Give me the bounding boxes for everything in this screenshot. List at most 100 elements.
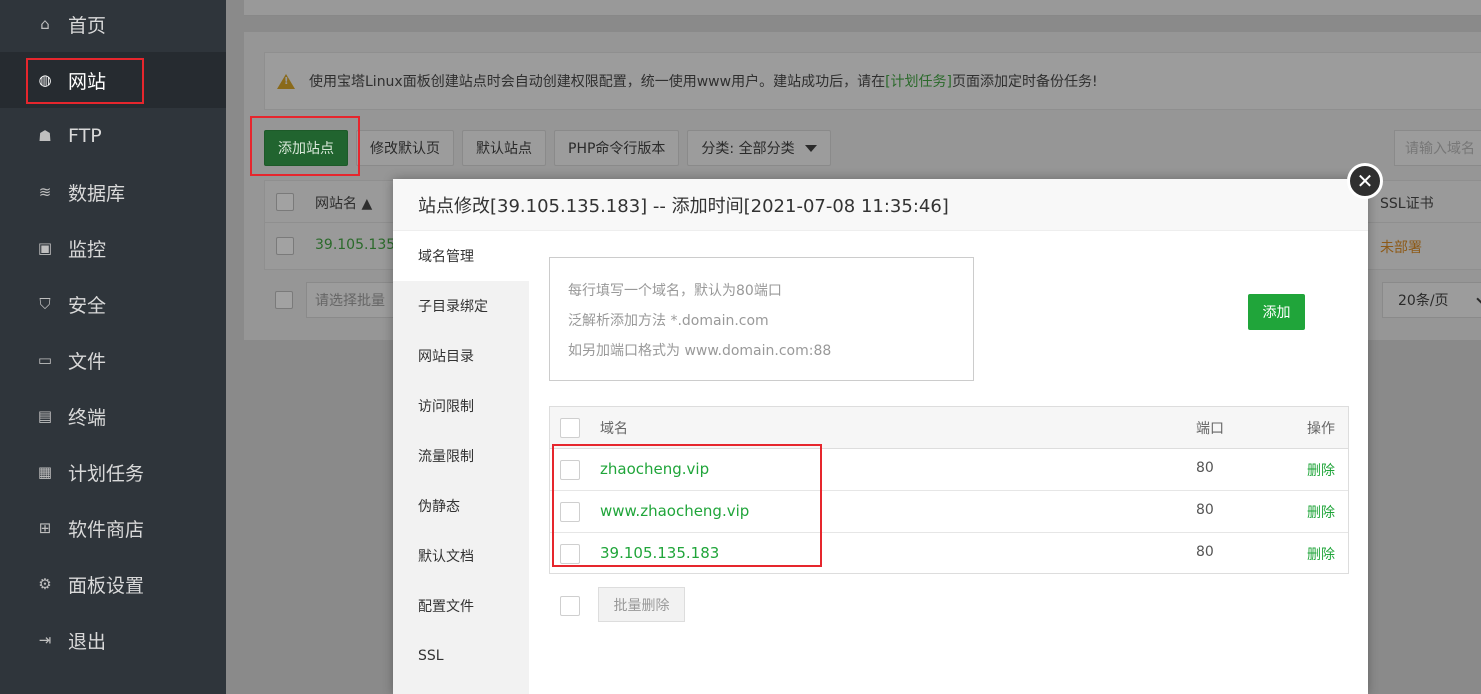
sidebar-item[interactable]: ▤ 终端 — [0, 388, 226, 444]
domain-table: 域名 端口 操作 zhaocheng.vip 80 删除 www.zhaocheng.… — [549, 406, 1349, 574]
add-domain-button[interactable]: 添加 — [1248, 294, 1305, 330]
category-label: 分类: 全部分类 — [701, 141, 795, 157]
notice-bar: 使用宝塔Linux面板创建站点时会自动创建权限配置，统一使用www用户。建站成功… — [264, 52, 1481, 110]
placeholder-line-2: 泛解析添加方法 *.domain.com — [568, 313, 769, 329]
sidebar-item[interactable]: ◍ 网站 — [0, 52, 226, 108]
col-ssl: SSL证书 — [1380, 196, 1434, 212]
modal-nav-item[interactable]: 子目录绑定 — [393, 281, 529, 331]
sidebar-item[interactable]: ≋ 数据库 — [0, 164, 226, 220]
monitor-icon: ▣ — [37, 239, 53, 257]
shield-icon: ⛉ — [39, 295, 51, 313]
domain-link[interactable]: 39.105.135.183 — [600, 544, 719, 562]
notice-cron-link[interactable]: [计划任务] — [885, 71, 952, 91]
modal-nav-item[interactable]: SSL — [393, 631, 529, 681]
domain-row: www.zhaocheng.vip 80 删除 — [550, 491, 1348, 533]
sidebar-item-label: 终端 — [68, 406, 107, 429]
domain-row-checkbox[interactable] — [560, 460, 580, 480]
sidebar-item[interactable]: ⚙ 面板设置 — [0, 556, 226, 612]
sidebar-item-label: 数据库 — [68, 182, 126, 205]
col-site-name[interactable]: 网站名 ▲ — [315, 193, 372, 213]
gear-icon: ⚙ — [38, 575, 52, 593]
sidebar-item[interactable]: ▣ 监控 — [0, 220, 226, 276]
domain-row: zhaocheng.vip 80 删除 — [550, 449, 1348, 491]
sidebar-item-label: 计划任务 — [68, 462, 145, 485]
add-site-button[interactable]: 添加站点 — [264, 130, 348, 166]
page-size-label: 20条/页 — [1398, 293, 1449, 309]
toolbar: 添加站点 修改默认页 默认站点 PHP命令行版本 分类: 全部分类 — [264, 130, 831, 166]
modal-nav-item[interactable]: 访问限制 — [393, 381, 529, 431]
domain-row-checkbox[interactable] — [560, 502, 580, 522]
sidebar-item[interactable]: ⇥ 退出 — [0, 612, 226, 668]
placeholder-line-1: 每行填写一个域名，默认为80端口 — [568, 283, 782, 299]
modify-default-page-button[interactable]: 修改默认页 — [356, 130, 454, 166]
sidebar-item[interactable]: ☗ FTP — [0, 108, 226, 164]
globe-icon: ◍ — [38, 71, 52, 89]
col-domain: 域名 — [600, 421, 628, 437]
modal-nav-item[interactable]: 伪静态 — [393, 481, 529, 531]
chevron-down-icon — [1476, 293, 1481, 305]
category-dropdown[interactable]: 分类: 全部分类 — [687, 130, 831, 166]
batch-delete-button[interactable]: 批量删除 — [598, 587, 685, 622]
domain-row-checkbox[interactable] — [560, 544, 580, 564]
domain-port: 80 — [1196, 544, 1214, 560]
batch-select-checkbox[interactable] — [560, 596, 580, 616]
col-action: 操作 — [1307, 421, 1335, 437]
col-port: 端口 — [1196, 421, 1224, 437]
sidebar-item[interactable]: ▭ 文件 — [0, 332, 226, 388]
sidebar-item-label: 面板设置 — [68, 574, 145, 597]
site-name-link[interactable]: 39.105.135 — [315, 237, 395, 253]
domain-port: 80 — [1196, 502, 1214, 518]
sidebar-item[interactable]: ⊞ 软件商店 — [0, 500, 226, 556]
batch-operation-select[interactable]: 请选择批量 — [306, 282, 396, 318]
sidebar-item[interactable]: ▦ 计划任务 — [0, 444, 226, 500]
placeholder-line-3: 如另加端口格式为 www.domain.com:88 — [568, 343, 832, 359]
logout-icon: ⇥ — [38, 631, 52, 649]
sidebar-item[interactable]: ⌂ 首页 — [0, 0, 226, 52]
domain-port: 80 — [1196, 460, 1214, 476]
delete-domain-link[interactable]: 删除 — [1307, 544, 1335, 564]
select-all-checkbox[interactable] — [276, 193, 294, 211]
sidebar-item-label: 安全 — [68, 294, 107, 317]
ftp-icon: ☗ — [38, 127, 52, 145]
caret-down-icon — [804, 144, 817, 152]
folder-icon: ▭ — [37, 351, 53, 369]
search-input[interactable]: 请输入域名 — [1394, 130, 1481, 166]
domain-select-all-checkbox[interactable] — [560, 418, 580, 438]
domain-textarea[interactable]: 每行填写一个域名，默认为80端口 泛解析添加方法 *.domain.com 如另… — [549, 257, 974, 381]
notice-text-after: 页面添加定时备份任务! — [952, 74, 1098, 90]
footer-select-all-checkbox[interactable] — [275, 291, 293, 309]
page-size-select[interactable]: 20条/页 — [1382, 282, 1481, 318]
close-icon[interactable]: ✕ — [1347, 163, 1383, 199]
top-strip — [244, 0, 1481, 16]
modal-title: 站点修改[39.105.135.183] -- 添加时间[2021-07-08 … — [393, 179, 1368, 231]
site-edit-modal: 站点修改[39.105.135.183] -- 添加时间[2021-07-08 … — [393, 179, 1368, 694]
modal-nav-item[interactable]: 网站目录 — [393, 331, 529, 381]
domain-row: 39.105.135.183 80 删除 — [550, 533, 1348, 575]
domain-link[interactable]: www.zhaocheng.vip — [600, 502, 749, 520]
row-checkbox[interactable] — [276, 237, 294, 255]
database-icon: ≋ — [38, 183, 52, 201]
sidebar-item-label: 监控 — [68, 238, 107, 261]
delete-domain-link[interactable]: 删除 — [1307, 460, 1335, 480]
apps-icon: ⊞ — [38, 519, 52, 537]
sidebar-item-label: 文件 — [68, 350, 107, 373]
modal-nav-item[interactable]: 配置文件 — [393, 581, 529, 631]
sidebar-item-label: 退出 — [68, 630, 107, 653]
ssl-status[interactable]: 未部署 — [1380, 237, 1422, 257]
sidebar-item-label: FTP — [68, 125, 102, 147]
modal-nav-item[interactable]: 流量限制 — [393, 431, 529, 481]
domain-table-header: 域名 端口 操作 — [550, 407, 1348, 449]
domain-link[interactable]: zhaocheng.vip — [600, 460, 709, 478]
warning-icon — [277, 73, 295, 89]
calendar-icon: ▦ — [37, 463, 53, 481]
terminal-icon: ▤ — [37, 407, 53, 425]
default-site-button[interactable]: 默认站点 — [462, 130, 546, 166]
php-cli-version-button[interactable]: PHP命令行版本 — [554, 130, 680, 166]
sidebar-item-label: 网站 — [68, 70, 107, 93]
sidebar-item[interactable]: ⛉ 安全 — [0, 276, 226, 332]
delete-domain-link[interactable]: 删除 — [1307, 502, 1335, 522]
modal-nav-item[interactable]: 默认文档 — [393, 531, 529, 581]
home-icon: ⌂ — [40, 15, 50, 33]
sidebar: ⌂ 首页 ◍ 网站 ☗ FTP ≋ 数据库 ▣ 监控 ⛉ 安全 ▭ 文件 ▤ 终端 ▦ 计划任务 ⊞ 软件商店 ⚙ 面板设… — [0, 0, 226, 694]
modal-nav-item[interactable]: 域名管理 — [393, 231, 529, 281]
